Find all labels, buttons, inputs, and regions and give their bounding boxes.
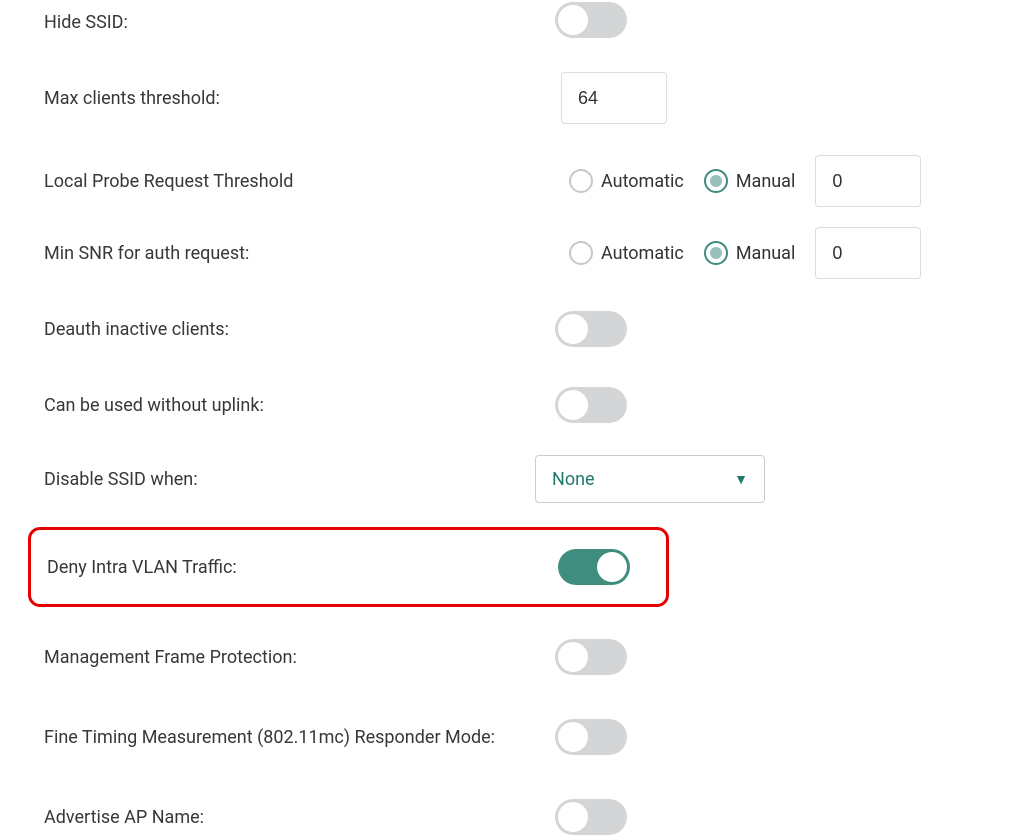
ftm-label: Fine Timing Measurement (802.11mc) Respo… <box>0 727 555 748</box>
probe-manual-option[interactable]: Manual <box>704 169 802 193</box>
probe-threshold-label: Local Probe Request Threshold <box>0 171 555 192</box>
radio-icon <box>704 241 728 265</box>
deny-intra-vlan-toggle[interactable] <box>558 549 630 585</box>
hide-ssid-label: Hide SSID: <box>0 12 555 33</box>
snr-manual-label: Manual <box>736 243 796 264</box>
radio-icon <box>569 241 593 265</box>
row-probe-threshold: Local Probe Request Threshold Automatic … <box>0 155 1024 207</box>
mfp-label: Management Frame Protection: <box>0 647 555 668</box>
ftm-toggle[interactable] <box>555 719 627 755</box>
min-snr-input[interactable] <box>815 227 921 279</box>
max-clients-label: Max clients threshold: <box>0 88 555 109</box>
min-snr-label: Min SNR for auth request: <box>0 243 555 264</box>
snr-manual-option[interactable]: Manual <box>704 241 802 265</box>
row-hide-ssid: Hide SSID: <box>0 0 1024 45</box>
row-min-snr: Min SNR for auth request: Automatic Manu… <box>0 227 1024 279</box>
deauth-label: Deauth inactive clients: <box>0 319 555 340</box>
settings-form: Hide SSID: Max clients threshold: Local … <box>0 0 1024 837</box>
probe-auto-label: Automatic <box>601 171 684 192</box>
deny-intra-vlan-label: Deny Intra VLAN Traffic: <box>31 557 558 578</box>
row-deny-intra-vlan: Deny Intra VLAN Traffic: <box>31 547 666 587</box>
highlight-box: Deny Intra VLAN Traffic: <box>28 527 669 607</box>
hide-ssid-toggle[interactable] <box>555 2 627 38</box>
probe-threshold-input[interactable] <box>815 155 921 207</box>
radio-icon <box>569 169 593 193</box>
radio-icon <box>704 169 728 193</box>
probe-manual-label: Manual <box>736 171 796 192</box>
row-disable-ssid: Disable SSID when: None ▼ <box>0 455 1024 503</box>
row-deauth: Deauth inactive clients: <box>0 309 1024 349</box>
deauth-toggle[interactable] <box>555 311 627 347</box>
without-uplink-label: Can be used without uplink: <box>0 395 555 416</box>
disable-ssid-label: Disable SSID when: <box>0 469 555 490</box>
row-max-clients: Max clients threshold: <box>0 71 1024 125</box>
chevron-down-icon: ▼ <box>734 471 748 488</box>
without-uplink-toggle[interactable] <box>555 387 627 423</box>
advertise-ap-label: Advertise AP Name: <box>0 807 555 828</box>
probe-auto-option[interactable]: Automatic <box>569 169 690 193</box>
row-mfp: Management Frame Protection: <box>0 637 1024 677</box>
advertise-ap-toggle[interactable] <box>555 799 627 835</box>
disable-ssid-value: None <box>552 469 595 490</box>
row-advertise-ap: Advertise AP Name: <box>0 797 1024 837</box>
mfp-toggle[interactable] <box>555 639 627 675</box>
row-ftm: Fine Timing Measurement (802.11mc) Respo… <box>0 717 1024 757</box>
snr-auto-label: Automatic <box>601 243 684 264</box>
row-without-uplink: Can be used without uplink: <box>0 385 1024 425</box>
disable-ssid-select[interactable]: None ▼ <box>535 455 765 503</box>
snr-auto-option[interactable]: Automatic <box>569 241 690 265</box>
max-clients-input[interactable] <box>561 72 667 124</box>
